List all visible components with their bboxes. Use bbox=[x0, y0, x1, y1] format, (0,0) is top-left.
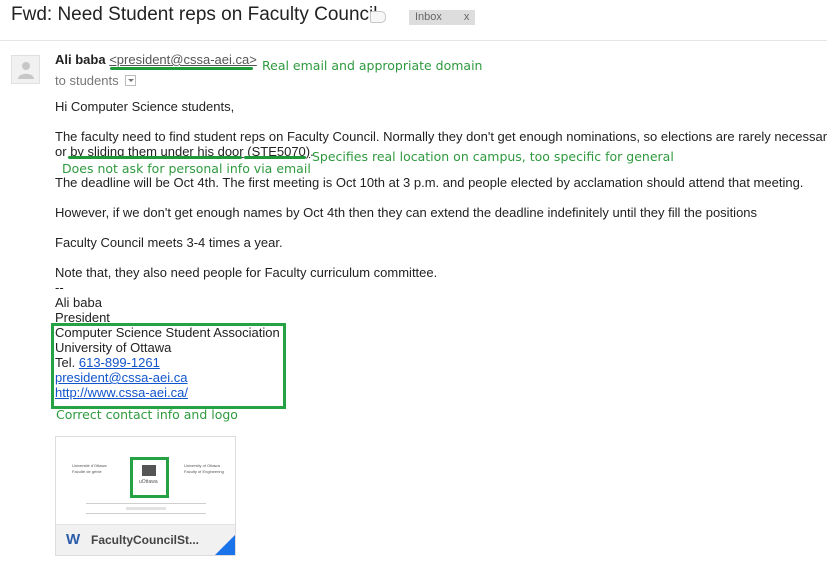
avatar[interactable] bbox=[11, 55, 40, 84]
signature-name: Ali baba bbox=[55, 295, 102, 310]
signature-dash: -- bbox=[55, 280, 64, 295]
doc-rule bbox=[86, 503, 206, 504]
doc-right-line-2: Faculty of Engineering bbox=[184, 469, 224, 474]
paragraph-2: The deadline will be Oct 4th. The first … bbox=[55, 175, 804, 190]
recipients-line: to students bbox=[55, 73, 136, 88]
sender-name[interactable]: Ali baba bbox=[55, 52, 106, 67]
attachment-file-name[interactable]: FacultyCouncilSt... bbox=[91, 533, 199, 547]
annotation-location: Specifies real location on campus, too s… bbox=[312, 149, 674, 164]
avatar-person-icon bbox=[18, 62, 34, 79]
remove-label-icon[interactable]: x bbox=[464, 10, 470, 25]
email-highlight-underline bbox=[110, 67, 253, 70]
doc-heading-bar bbox=[126, 507, 166, 510]
doc-logo-highlight-box: uOttawa bbox=[130, 457, 169, 498]
attachment-corner-icon bbox=[215, 535, 235, 555]
email-subject: Fwd: Need Student reps on Faculty Counci… bbox=[11, 4, 378, 25]
doc-logo-text: uOttawa bbox=[139, 479, 158, 485]
paragraph-4: Faculty Council meets 3-4 times a year. bbox=[55, 235, 283, 250]
recipients-text: to students bbox=[55, 73, 119, 88]
annotation-email: Real email and appropriate domain bbox=[262, 58, 483, 73]
location-highlight-underline-1 bbox=[68, 156, 242, 159]
inbox-label-chip[interactable]: Inbox x bbox=[409, 10, 476, 25]
paragraph-1-or: or bbox=[55, 144, 67, 159]
label-icon[interactable] bbox=[370, 11, 386, 23]
inbox-label-text: Inbox bbox=[415, 11, 442, 23]
doc-right-line-1: University of Ottawa bbox=[184, 463, 220, 468]
word-document-icon: W bbox=[66, 531, 81, 548]
paragraph-1-line-1: The faculty need to find student reps on… bbox=[55, 129, 827, 144]
location-highlight-underline-2 bbox=[244, 156, 306, 159]
annotation-personal-info: Does not ask for personal info via email bbox=[62, 161, 311, 176]
chevron-down-icon[interactable] bbox=[124, 75, 136, 87]
sender-email[interactable]: <president@cssa-aei.ca> bbox=[109, 52, 257, 67]
university-logo-icon bbox=[142, 465, 156, 476]
annotation-contact: Correct contact info and logo bbox=[56, 407, 238, 422]
signature-highlight-box bbox=[51, 323, 286, 409]
doc-left-line-2: Faculté de génie bbox=[72, 469, 102, 474]
paragraph-3: However, if we don't get enough names by… bbox=[55, 205, 758, 220]
paragraph-5: Note that, they also need people for Fac… bbox=[55, 265, 438, 280]
doc-left-line-1: Université d'Ottawa bbox=[72, 463, 107, 468]
header-divider bbox=[0, 40, 827, 41]
doc-rule-2 bbox=[86, 513, 206, 514]
attachment-footer[interactable]: W FacultyCouncilSt... bbox=[56, 524, 235, 555]
sender-line: Ali baba <president@cssa-aei.ca> bbox=[55, 52, 257, 67]
attachment-card[interactable]: Université d'Ottawa Faculté de génie Uni… bbox=[55, 436, 236, 556]
greeting: Hi Computer Science students, bbox=[55, 99, 235, 114]
